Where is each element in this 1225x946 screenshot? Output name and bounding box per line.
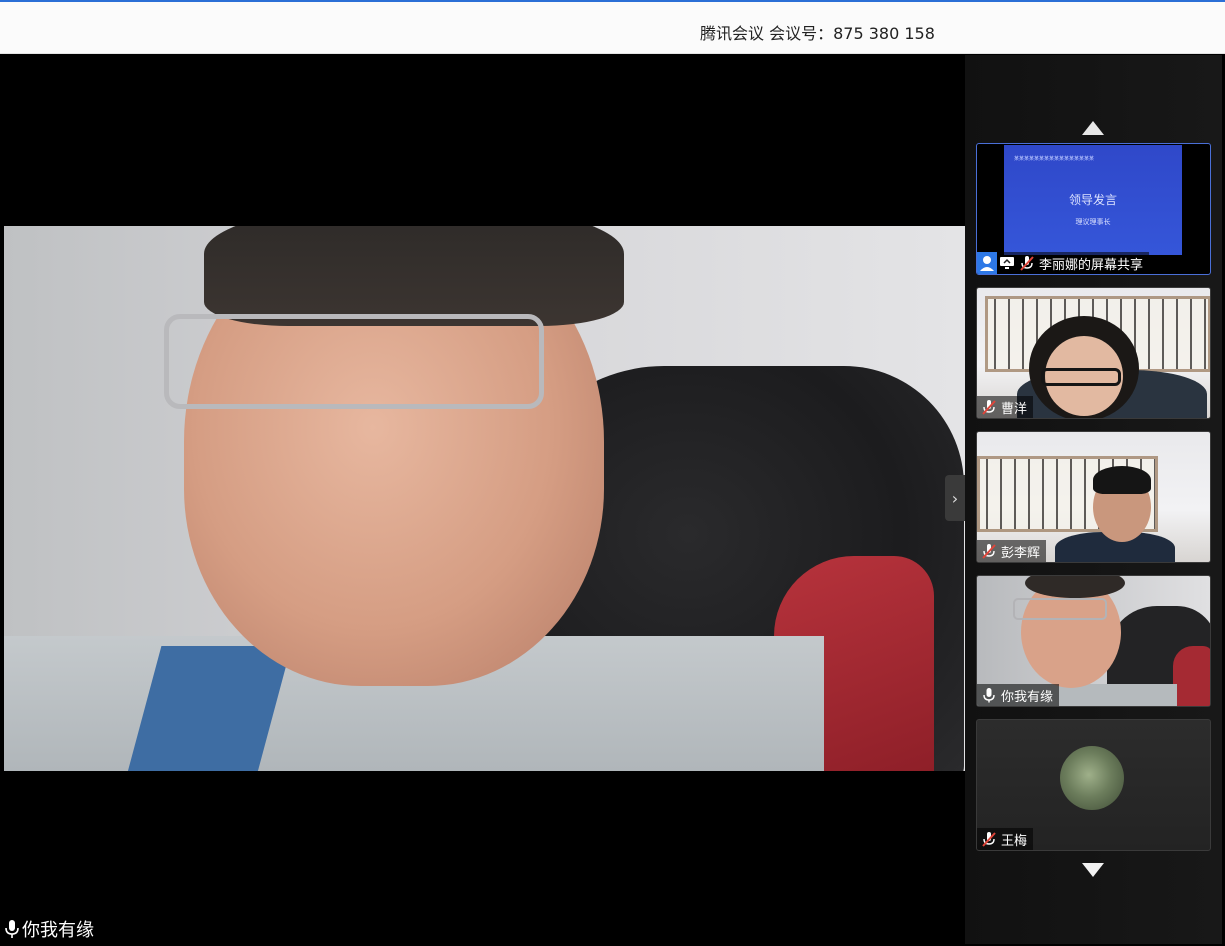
glasses-shape [1041,368,1121,386]
chevron-right-icon: › [951,488,959,508]
user-icon [977,252,997,274]
main-speaker-label: 你我有缘 [4,917,94,941]
main-stage[interactable] [4,55,965,944]
mic-muted-icon [982,544,996,559]
person-hair [1093,466,1151,494]
slide-subtitle: 理议理事长 [1075,218,1111,226]
avatar [1060,746,1124,810]
main-video-feed [4,226,965,771]
title-bar: 腾讯会议 会议号：875 380 158 [0,2,1225,54]
slide-header-text: 某某某某某某某某某某某某某某某某 [1014,156,1095,162]
screen-share-icon [1000,257,1014,269]
scroll-up-button[interactable] [1081,119,1105,137]
triangle-down-icon [1082,863,1104,877]
tile-name-label: 曹洋 [977,396,1034,418]
triangle-up-icon [1082,121,1104,135]
tile-name-label: 李丽娜的屏幕共享 [977,252,1150,274]
participant-tile[interactable]: 你我有缘 [976,575,1211,707]
participants-panel[interactable]: 某某某某某某某某某某某某某某某某 领导发言 理议理事长 李丽娜的屏幕共享 曹洋 … [965,55,1222,944]
tile-name-label: 你我有缘 [977,684,1060,706]
chair-accent [1173,646,1210,706]
slide-title: 领导发言 [1068,193,1117,207]
mic-icon [5,920,19,938]
participant-tile[interactable]: 彭李辉 [976,431,1211,563]
participant-tile-screen-share[interactable]: 某某某某某某某某某某某某某某某某 领导发言 理议理事长 李丽娜的屏幕共享 [976,143,1211,275]
shared-slide: 某某某某某某某某某某某某某某某某 领导发言 理议理事长 [1004,145,1182,255]
participant-name: 曹洋 [1001,401,1028,417]
participant-name: 王梅 [1001,833,1028,849]
glasses-shape [164,314,544,409]
participant-name: 你我有缘 [1001,689,1054,705]
tile-name-label: 王梅 [977,828,1034,850]
collapse-panel-button[interactable]: › [945,475,965,521]
hair-shape [204,226,624,326]
participant-tile[interactable]: 曹洋 [976,287,1211,419]
scroll-down-button[interactable] [1081,861,1105,879]
mic-muted-icon [1020,256,1034,271]
mic-muted-icon [982,400,996,415]
mic-icon [983,688,995,703]
meeting-window: 腾讯会议 会议号：875 380 158 你我有缘 › 某某某某某某某某某某某某… [0,0,1225,946]
main-speaker-name: 你我有缘 [22,920,94,941]
participant-name: 彭李辉 [1001,545,1041,561]
mic-muted-icon [982,832,996,847]
glasses-shape [1013,598,1107,620]
participant-tile[interactable]: 王梅 [976,719,1211,851]
meeting-title: 腾讯会议 会议号：875 380 158 [700,24,935,43]
tile-name-label: 彭李辉 [977,540,1047,562]
participant-name: 李丽娜的屏幕共享 [1039,257,1144,273]
